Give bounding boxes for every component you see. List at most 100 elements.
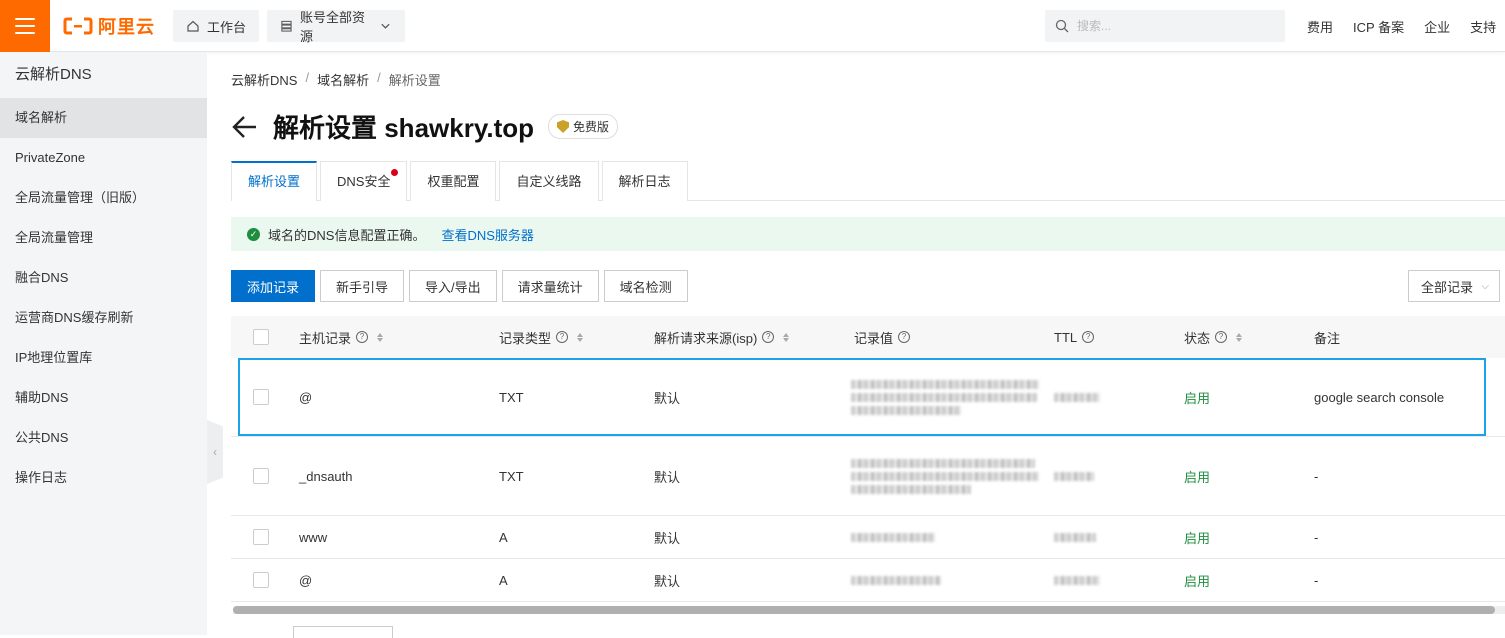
edition-badge: 免费版 xyxy=(548,114,619,139)
notification-dot xyxy=(391,169,399,176)
pagination-partial[interactable] xyxy=(293,626,393,638)
row-checkbox[interactable] xyxy=(253,529,269,545)
sort-icon[interactable] xyxy=(577,332,584,342)
table-header: 主机记录 ? 记录类型 ? 解析请求来源(isp) ? 记录值 ? TTL ? xyxy=(231,316,1505,358)
billing-link[interactable]: 费用 xyxy=(1307,17,1333,36)
column-ttl-label: TTL xyxy=(1054,329,1078,345)
status-cell: 启用 xyxy=(1184,469,1211,485)
logo-text: 阿里云 xyxy=(98,17,155,37)
sort-icon[interactable] xyxy=(1236,332,1243,342)
workbench-button[interactable]: 工作台 xyxy=(173,10,260,42)
row-checkbox[interactable] xyxy=(253,468,269,484)
chevron-down-icon: ⌵ xyxy=(1481,280,1489,292)
add-record-button[interactable]: 添加记录 xyxy=(231,270,316,302)
record-filter-select[interactable]: 全部记录 ⌵ xyxy=(1408,270,1500,302)
breadcrumb-item-dns[interactable]: 云解析DNS xyxy=(231,70,297,89)
tab-resolution-log[interactable]: 解析日志 xyxy=(601,161,688,201)
sidebar-item-operation-log[interactable]: 操作日志 xyxy=(0,458,207,498)
help-icon[interactable]: ? xyxy=(898,331,911,343)
tab-bar: 解析设置 DNS安全 权重配置 自定义线路 解析日志 xyxy=(231,161,1505,201)
import-export-button[interactable]: 导入/导出 xyxy=(409,270,497,302)
remark-cell: - xyxy=(1314,529,1319,545)
ttl-cell-redacted xyxy=(1054,559,1100,601)
record-filter-value: 全部记录 xyxy=(1421,279,1474,295)
breadcrumb: 云解析DNS / 域名解析 / 解析设置 xyxy=(231,70,441,89)
host-cell: @ xyxy=(299,389,313,405)
isp-cell: 默认 xyxy=(654,390,681,406)
column-value-label: 记录值 xyxy=(854,330,894,346)
help-icon[interactable]: ? xyxy=(762,331,775,343)
help-icon[interactable]: ? xyxy=(356,331,369,343)
hamburger-menu-button[interactable] xyxy=(0,0,50,52)
shield-icon xyxy=(557,120,570,133)
stack-icon xyxy=(281,20,292,32)
tab-dns-security[interactable]: DNS安全 xyxy=(320,161,408,201)
aliyun-logo-icon xyxy=(63,17,93,35)
beginner-guide-button[interactable]: 新手引导 xyxy=(320,270,405,302)
tab-resolution-settings[interactable]: 解析设置 xyxy=(231,161,318,201)
scrollbar-thumb[interactable] xyxy=(233,606,1495,614)
sidebar-item-fusion-dns[interactable]: 融合DNS xyxy=(0,258,207,298)
sidebar-item-cache-refresh[interactable]: 运营商DNS缓存刷新 xyxy=(0,298,207,338)
sidebar-item-gtm[interactable]: 全局流量管理 xyxy=(0,218,207,258)
row-checkbox[interactable] xyxy=(253,572,269,588)
table-row[interactable]: _dnsauth TXT 默认 启用 - xyxy=(231,437,1505,516)
redacted-ttl xyxy=(1054,532,1096,542)
sort-icon[interactable] xyxy=(783,332,790,342)
column-header-host[interactable]: 主机记录 ? xyxy=(299,316,384,358)
sidebar-item-public-dns[interactable]: 公共DNS xyxy=(0,418,207,458)
column-type-label: 记录类型 xyxy=(499,330,552,346)
status-cell: 启用 xyxy=(1184,573,1211,589)
column-header-value: 记录值 ? xyxy=(854,316,911,358)
icp-link[interactable]: ICP 备案 xyxy=(1353,17,1404,36)
sort-icon[interactable] xyxy=(377,332,384,342)
aliyun-logo[interactable]: 阿里云 xyxy=(63,14,155,38)
help-icon[interactable]: ? xyxy=(1082,331,1095,343)
breadcrumb-item-current: 解析设置 xyxy=(388,73,441,88)
select-all-checkbox[interactable] xyxy=(253,329,269,345)
column-header-type[interactable]: 记录类型 ? xyxy=(499,316,584,358)
sidebar-item-secondary-dns[interactable]: 辅助DNS xyxy=(0,378,207,418)
redacted-value xyxy=(851,458,1039,494)
search-input[interactable] xyxy=(1077,19,1257,33)
support-link[interactable]: 支持 xyxy=(1470,17,1496,36)
row-select-cell xyxy=(253,559,269,601)
sidebar-item-privatezone[interactable]: PrivateZone xyxy=(0,138,207,178)
help-icon[interactable]: ? xyxy=(1215,331,1228,343)
view-dns-servers-link[interactable]: 查看DNS服务器 xyxy=(441,225,533,244)
row-select-cell xyxy=(253,437,269,515)
tab-custom-line[interactable]: 自定义线路 xyxy=(499,161,599,201)
home-icon xyxy=(187,20,199,32)
back-arrow-icon[interactable] xyxy=(231,114,259,140)
table-row[interactable]: @ TXT 默认 启用 google search console xyxy=(231,358,1505,437)
domain-check-button[interactable]: 域名检测 xyxy=(603,270,688,302)
type-cell: A xyxy=(499,529,508,545)
redacted-value xyxy=(851,575,941,585)
enterprise-link[interactable]: 企业 xyxy=(1424,17,1450,36)
host-cell: www xyxy=(299,529,328,545)
tab-weight-config[interactable]: 权重配置 xyxy=(410,161,497,201)
type-cell: TXT xyxy=(499,468,524,484)
breadcrumb-item-domains[interactable]: 域名解析 xyxy=(317,70,369,89)
remark-cell: - xyxy=(1314,468,1319,484)
ttl-cell-redacted xyxy=(1054,516,1096,558)
sidebar-item-domain-resolution[interactable]: 域名解析 xyxy=(0,98,207,138)
request-stats-button[interactable]: 请求量统计 xyxy=(501,270,599,302)
sidebar-item-gtm-legacy[interactable]: 全局流量管理（旧版） xyxy=(0,178,207,218)
column-header-isp[interactable]: 解析请求来源(isp) ? xyxy=(654,316,790,358)
help-icon[interactable]: ? xyxy=(556,331,569,343)
table-row[interactable]: www A 默认 启用 - xyxy=(231,516,1505,559)
type-cell: TXT xyxy=(499,389,524,405)
row-checkbox[interactable] xyxy=(253,389,269,405)
search-box[interactable] xyxy=(1045,10,1285,42)
column-header-status[interactable]: 状态 ? xyxy=(1184,316,1243,358)
table-row[interactable]: @ A 默认 启用 - xyxy=(231,559,1505,602)
action-toolbar: 添加记录 新手引导 导入/导出 请求量统计 域名检测 xyxy=(231,270,688,302)
resources-dropdown[interactable]: 账号全部资源 xyxy=(267,10,405,44)
horizontal-scrollbar[interactable] xyxy=(233,606,1505,614)
sidebar-item-ip-geo[interactable]: IP地理位置库 xyxy=(0,338,207,378)
column-header-ttl: TTL ? xyxy=(1054,316,1095,358)
column-status-label: 状态 xyxy=(1184,330,1211,346)
select-all-cell xyxy=(253,316,269,358)
resources-label: 账号全部资源 xyxy=(299,10,365,44)
